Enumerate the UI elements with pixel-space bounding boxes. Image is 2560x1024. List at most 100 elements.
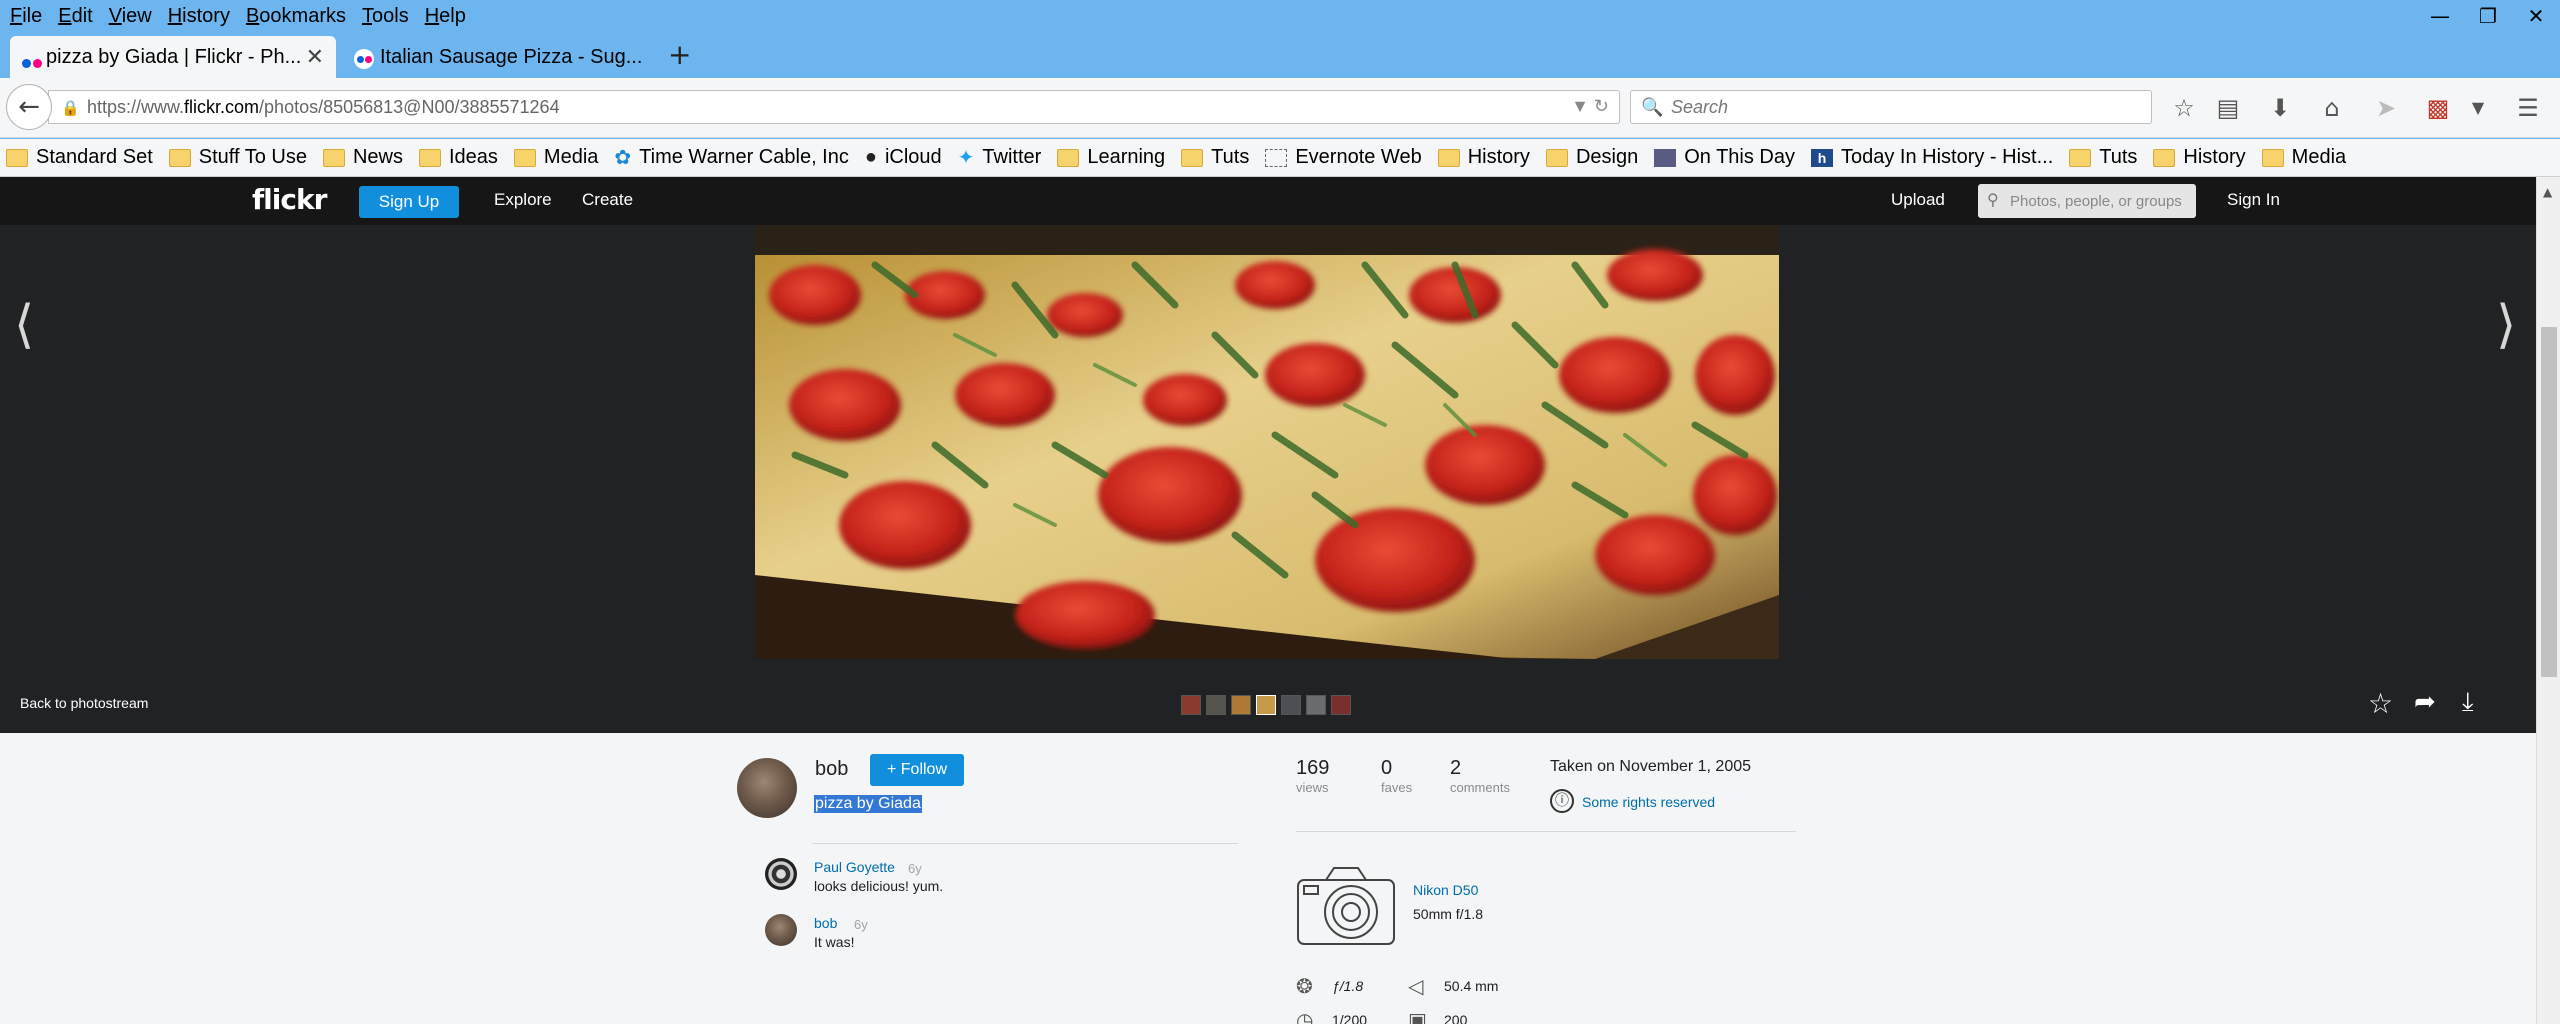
bookmark-item[interactable]: On This Day bbox=[1654, 146, 1795, 169]
comment-author[interactable]: bob bbox=[814, 915, 837, 931]
photostream-thumbnails bbox=[1181, 695, 1356, 715]
comment-age: 6y bbox=[908, 861, 922, 876]
flickr-header: flickr Sign Up Explore Create Upload ⚲ P… bbox=[0, 177, 2536, 225]
download-icon[interactable]: ⬇ bbox=[2264, 94, 2296, 124]
bookmark-item[interactable]: Design bbox=[1545, 146, 1638, 169]
menu-tools[interactable]: Tools bbox=[356, 5, 415, 28]
bookmark-item[interactable]: Tuts bbox=[2069, 146, 2137, 169]
thumbnail[interactable] bbox=[1231, 695, 1251, 715]
hn-icon: h bbox=[1810, 148, 1833, 167]
new-tab-button[interactable]: + bbox=[668, 38, 691, 71]
follow-button[interactable]: + Follow bbox=[870, 754, 964, 786]
bookmark-item[interactable]: Stuff To Use bbox=[168, 146, 307, 169]
scrollbar[interactable]: ▲ bbox=[2536, 177, 2560, 1024]
tab-sausage-pizza[interactable]: Italian Sausage Pizza - Sug... bbox=[344, 36, 658, 78]
flickr-search-input[interactable]: ⚲ Photos, people, or groups bbox=[1978, 184, 2196, 218]
hamburger-menu-icon[interactable]: ☰ bbox=[2512, 94, 2544, 124]
window-controls: — ❐ ✕ bbox=[2416, 0, 2560, 32]
favorite-star-icon[interactable]: ☆ bbox=[2368, 687, 2393, 720]
bookmark-item[interactable]: History bbox=[1437, 146, 1530, 169]
bookmark-item[interactable]: h Today In History - Hist... bbox=[1810, 146, 2053, 169]
comments-count: 2 bbox=[1450, 757, 1462, 779]
send-icon[interactable]: ➤ bbox=[2370, 94, 2402, 124]
flickr-search-placeholder: Photos, people, or groups bbox=[2010, 192, 2182, 210]
aperture-value: ƒ/1.8 bbox=[1332, 978, 1364, 994]
bookmark-item[interactable]: News bbox=[322, 146, 403, 169]
iso-value: 200 bbox=[1444, 1012, 1468, 1024]
camera-name-link[interactable]: Nikon D50 bbox=[1413, 882, 1478, 898]
url-bar[interactable]: 🔒 https://www. flickr.com/photos/85056813… bbox=[48, 90, 1620, 124]
reload-icon[interactable]: ▼ ↻ bbox=[1571, 96, 1609, 117]
main-photo[interactable] bbox=[755, 225, 1779, 659]
bookmark-item[interactable]: Evernote Web bbox=[1265, 146, 1422, 169]
tab-label: pizza by Giada | Flickr - Ph... bbox=[46, 45, 302, 68]
commenter-avatar[interactable] bbox=[765, 858, 797, 890]
thumbnail[interactable] bbox=[1331, 695, 1351, 715]
bookmark-item[interactable]: ● iCloud bbox=[865, 146, 942, 169]
focal-length-value: 50.4 mm bbox=[1444, 978, 1499, 994]
shutter-speed-value: 1/200 bbox=[1332, 1012, 1368, 1024]
bookmark-item[interactable]: ✿ Time Warner Cable, Inc bbox=[614, 145, 848, 170]
owner-avatar[interactable] bbox=[737, 758, 797, 818]
photo-viewer: ⟨ ⟩ Back to photostream ☆ ➦ ⤓ bbox=[0, 225, 2536, 733]
thumbnail[interactable] bbox=[1306, 695, 1326, 715]
date-taken[interactable]: Taken on November 1, 2005 bbox=[1550, 758, 1751, 776]
previous-photo-icon[interactable]: ⟨ bbox=[14, 295, 34, 355]
create-link[interactable]: Create bbox=[582, 190, 633, 210]
bookmark-item[interactable]: Standard Set bbox=[6, 146, 153, 169]
menu-bar: File Edit View History Bookmarks Tools H… bbox=[0, 0, 2560, 32]
bookmark-item[interactable]: Media bbox=[513, 146, 598, 169]
tab-flickr[interactable]: pizza by Giada | Flickr - Ph... ✕ bbox=[10, 36, 336, 78]
faves-label: faves bbox=[1381, 780, 1413, 795]
explore-link[interactable]: Explore bbox=[494, 190, 552, 210]
thumbnail[interactable] bbox=[1281, 695, 1301, 715]
owner-name[interactable]: bob bbox=[815, 758, 848, 781]
bookmark-item[interactable]: Tuts bbox=[1181, 146, 1249, 169]
menu-history[interactable]: History bbox=[162, 5, 236, 28]
lens-info: 50mm f/1.8 bbox=[1413, 906, 1484, 922]
comment-text: looks delicious! yum. bbox=[814, 878, 944, 894]
extension-icon[interactable]: ▩ bbox=[2422, 94, 2454, 124]
scroll-up-icon[interactable]: ▲ bbox=[2543, 185, 2552, 199]
minimize-icon[interactable]: — bbox=[2416, 0, 2464, 32]
back-button[interactable]: ← bbox=[6, 84, 52, 130]
bookmark-item[interactable]: ✦ Twitter bbox=[958, 145, 1042, 170]
next-photo-icon[interactable]: ⟩ bbox=[2496, 295, 2516, 355]
menu-bookmarks[interactable]: Bookmarks bbox=[240, 5, 352, 28]
flickr-logo[interactable]: flickr bbox=[252, 183, 327, 216]
bookmark-item[interactable]: Learning bbox=[1057, 146, 1165, 169]
aperture-icon: ❂ bbox=[1296, 974, 1313, 998]
menu-help[interactable]: Help bbox=[419, 5, 472, 28]
license-link[interactable]: Some rights reserved bbox=[1582, 794, 1715, 810]
upload-link[interactable]: Upload bbox=[1891, 190, 1945, 210]
thumbnail[interactable] bbox=[1206, 695, 1226, 715]
bookmark-item[interactable]: Ideas bbox=[418, 146, 498, 169]
download-icon[interactable]: ⤓ bbox=[2462, 687, 2474, 718]
folder-icon bbox=[1437, 148, 1460, 167]
sign-up-button[interactable]: Sign Up bbox=[359, 186, 459, 218]
bookmark-item[interactable]: History bbox=[2153, 146, 2246, 169]
menu-file[interactable]: File bbox=[4, 5, 48, 28]
thumbnail[interactable] bbox=[1256, 695, 1276, 715]
sign-in-link[interactable]: Sign In bbox=[2227, 190, 2280, 210]
close-tab-icon[interactable]: ✕ bbox=[306, 44, 324, 70]
reading-list-icon[interactable]: ▤ bbox=[2212, 94, 2244, 124]
commenter-avatar[interactable] bbox=[765, 914, 797, 946]
close-window-icon[interactable]: ✕ bbox=[2512, 0, 2560, 32]
restore-icon[interactable]: ❐ bbox=[2464, 0, 2512, 32]
comment-author[interactable]: Paul Goyette bbox=[814, 859, 895, 875]
menu-edit[interactable]: Edit bbox=[52, 5, 98, 28]
share-icon[interactable]: ➦ bbox=[2414, 687, 2436, 717]
menu-view[interactable]: View bbox=[103, 5, 158, 28]
home-icon[interactable]: ⌂ bbox=[2316, 94, 2348, 124]
scrollbar-thumb[interactable] bbox=[2541, 327, 2557, 677]
thumbnail[interactable] bbox=[1181, 695, 1201, 715]
lock-icon: 🔒 bbox=[61, 100, 80, 117]
browser-search-input[interactable]: 🔍 Search bbox=[1630, 90, 2152, 124]
folder-icon bbox=[418, 148, 441, 167]
bookmark-item[interactable]: Media bbox=[2261, 146, 2346, 169]
bookmark-star-icon[interactable]: ☆ bbox=[2168, 94, 2200, 124]
folder-icon bbox=[2069, 148, 2092, 167]
back-to-photostream-link[interactable]: Back to photostream bbox=[20, 695, 148, 711]
chevron-down-icon[interactable]: ▼ bbox=[2462, 98, 2494, 128]
